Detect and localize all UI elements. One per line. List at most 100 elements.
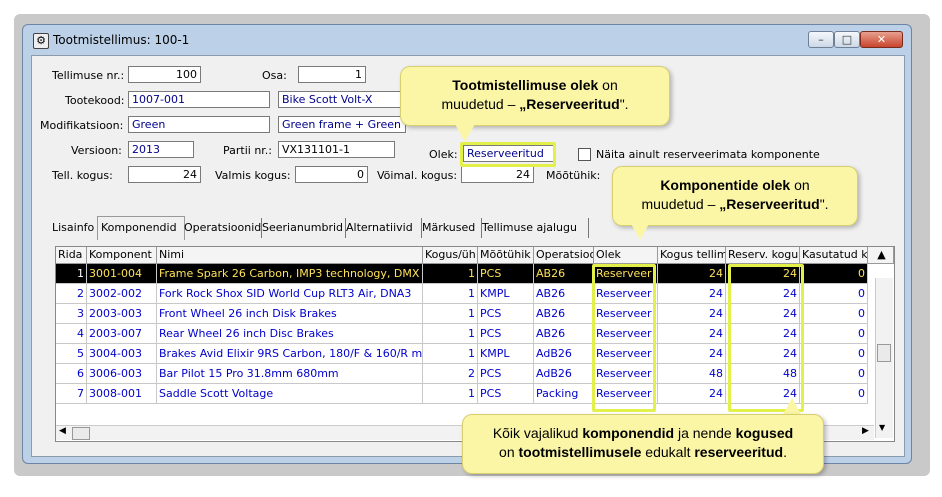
cell-kasutatud[interactable]: 0 — [800, 264, 868, 284]
cell-operatsioon[interactable]: Packing — [534, 384, 594, 404]
cell-kogus-tellim[interactable]: 24 — [658, 324, 726, 344]
cell-operatsioon[interactable]: AB26 — [534, 264, 594, 284]
product-name-field[interactable]: Bike Scott Volt-X — [278, 91, 406, 108]
title-bar[interactable]: ⚙ Tootmistellimus: 100-1 – □ ✕ — [23, 25, 911, 53]
versioon-field[interactable]: 2013 — [128, 141, 194, 158]
cell-rida[interactable]: 7 — [56, 384, 87, 404]
callout2-bold: Komponentide olek — [660, 177, 791, 193]
cell-kasutatud[interactable]: 0 — [800, 304, 868, 324]
cell-komponent[interactable]: 3008-001 — [87, 384, 157, 404]
tellimuse-field[interactable]: 100 — [128, 66, 201, 83]
col-header-kogus-tellim[interactable]: Kogus tellim. — [658, 247, 726, 264]
cell-kogus-tellim[interactable]: 24 — [658, 344, 726, 364]
cell-operatsioon[interactable]: AdB26 — [534, 364, 594, 384]
cell-mootuhik[interactable]: PCS — [478, 364, 534, 384]
tell-kogus-field[interactable]: 24 — [128, 166, 201, 183]
callout3-c: ja nende — [674, 425, 736, 441]
col-header-komponent[interactable]: Komponent — [87, 247, 157, 264]
col-header-kasutatud[interactable]: Kasutatud k — [800, 247, 868, 264]
tootekood-field[interactable]: 1007-001 — [128, 91, 270, 108]
cell-nimi[interactable]: Fork Rock Shox SID World Cup RLT3 Air, D… — [157, 284, 423, 304]
valmis-field[interactable]: 0 — [295, 166, 368, 183]
vertical-scrollbar[interactable]: ▼ — [875, 278, 893, 438]
cell-operatsioon[interactable]: AB26 — [534, 324, 594, 344]
osa-field[interactable]: 1 — [298, 66, 366, 83]
modification-name-field[interactable]: Green frame + Green fork — [278, 116, 406, 133]
voimal-field[interactable]: 24 — [461, 166, 534, 183]
callout2-rest: on — [790, 177, 810, 193]
cell-kasutatud[interactable]: 0 — [800, 364, 868, 384]
cell-rida[interactable]: 6 — [56, 364, 87, 384]
cell-kogus-tellim[interactable]: 24 — [658, 384, 726, 404]
col-header-kogus-uh[interactable]: Kogus/üh — [423, 247, 478, 264]
cell-kogus-uh[interactable]: 1 — [423, 324, 478, 344]
cell-rida[interactable]: 1 — [56, 264, 87, 284]
partii-field[interactable]: VX131101-1 — [278, 141, 395, 158]
cell-nimi[interactable]: Frame Spark 26 Carbon, IMP3 technology, … — [157, 264, 423, 284]
cell-nimi[interactable]: Brakes Avid Elixir 9RS Carbon, 180/F & 1… — [157, 344, 423, 364]
cell-kogus-uh[interactable]: 1 — [423, 384, 478, 404]
cell-rida[interactable]: 4 — [56, 324, 87, 344]
cell-mootuhik[interactable]: KMPL — [478, 344, 534, 364]
col-header-mootuhik[interactable]: Mõõtühik — [478, 247, 534, 264]
cell-operatsioon[interactable]: AdB26 — [534, 344, 594, 364]
tab-tellimuse-ajalugu[interactable]: Tellimuse ajalugu — [479, 218, 589, 238]
cell-kogus-uh[interactable]: 1 — [423, 264, 478, 284]
scroll-down-icon[interactable]: ▼ — [879, 423, 885, 432]
cell-operatsioon[interactable]: AB26 — [534, 284, 594, 304]
cell-kasutatud[interactable]: 0 — [800, 284, 868, 304]
tab-alternatiivid[interactable]: Alternatiivid — [343, 218, 422, 238]
cell-kogus-uh[interactable]: 1 — [423, 284, 478, 304]
cell-nimi[interactable]: Bar Pilot 15 Pro 31.8mm 680mm — [157, 364, 423, 384]
col-header-rida[interactable]: Rida — [56, 247, 87, 264]
cell-kogus-uh[interactable]: 1 — [423, 344, 478, 364]
scroll-up-icon[interactable]: ▲ — [868, 247, 894, 264]
cell-kasutatud[interactable]: 0 — [800, 384, 868, 404]
modifikatsioon-field[interactable]: Green — [128, 116, 270, 133]
scroll-right-icon[interactable]: ▶ — [862, 426, 869, 436]
cell-rida[interactable]: 5 — [56, 344, 87, 364]
cell-komponent[interactable]: 3004-003 — [87, 344, 157, 364]
tab-operatsioonid[interactable]: Operatsioonid — [181, 218, 262, 238]
naita-checkbox[interactable] — [578, 148, 591, 161]
tab-markused[interactable]: Märkused — [419, 218, 482, 238]
cell-kogus-tellim[interactable]: 24 — [658, 304, 726, 324]
cell-kogus-tellim[interactable]: 48 — [658, 364, 726, 384]
cell-mootuhik[interactable]: PCS — [478, 304, 534, 324]
maximize-button[interactable]: □ — [834, 31, 860, 48]
col-header-olek[interactable]: Olek — [594, 247, 658, 264]
col-header-reserv-kogus[interactable]: Reserv. kogu — [726, 247, 800, 264]
cell-nimi[interactable]: Saddle Scott Voltage — [157, 384, 423, 404]
cell-kogus-uh[interactable]: 1 — [423, 304, 478, 324]
close-button[interactable]: ✕ — [860, 31, 903, 48]
cell-kogus-tellim[interactable]: 24 — [658, 264, 726, 284]
cell-komponent[interactable]: 3002-002 — [87, 284, 157, 304]
minimize-button[interactable]: – — [808, 31, 834, 48]
cell-mootuhik[interactable]: PCS — [478, 324, 534, 344]
cell-kasutatud[interactable]: 0 — [800, 324, 868, 344]
cell-mootuhik[interactable]: KMPL — [478, 284, 534, 304]
col-header-nimi[interactable]: Nimi — [157, 247, 423, 264]
cell-rida[interactable]: 3 — [56, 304, 87, 324]
cell-komponent[interactable]: 3001-004 — [87, 264, 157, 284]
cell-kogus-tellim[interactable]: 24 — [658, 284, 726, 304]
cell-rida[interactable]: 2 — [56, 284, 87, 304]
cell-nimi[interactable]: Rear Wheel 26 inch Disc Brakes — [157, 324, 423, 344]
scroll-left-icon[interactable]: ◀ — [59, 426, 66, 436]
cell-mootuhik[interactable]: PCS — [478, 264, 534, 284]
cell-komponent[interactable]: 2003-003 — [87, 304, 157, 324]
app-icon[interactable]: ⚙ — [33, 33, 49, 49]
tab-lisainfo[interactable]: Lisainfo — [49, 218, 102, 238]
cell-komponent[interactable]: 2003-007 — [87, 324, 157, 344]
cell-nimi[interactable]: Front Wheel 26 inch Disk Brakes — [157, 304, 423, 324]
cell-mootuhik[interactable]: PCS — [478, 384, 534, 404]
col-header-operatsioon[interactable]: Operatsioo — [534, 247, 594, 264]
scrollbar-thumb[interactable] — [877, 344, 891, 362]
cell-kogus-uh[interactable]: 2 — [423, 364, 478, 384]
hscroll-thumb[interactable] — [72, 427, 90, 440]
tab-seerianumbrid[interactable]: Seerianumbrid — [259, 218, 346, 238]
cell-operatsioon[interactable]: AB26 — [534, 304, 594, 324]
cell-komponent[interactable]: 3006-003 — [87, 364, 157, 384]
tab-komponendid[interactable]: Komponendid — [97, 216, 185, 240]
cell-kasutatud[interactable]: 0 — [800, 344, 868, 364]
